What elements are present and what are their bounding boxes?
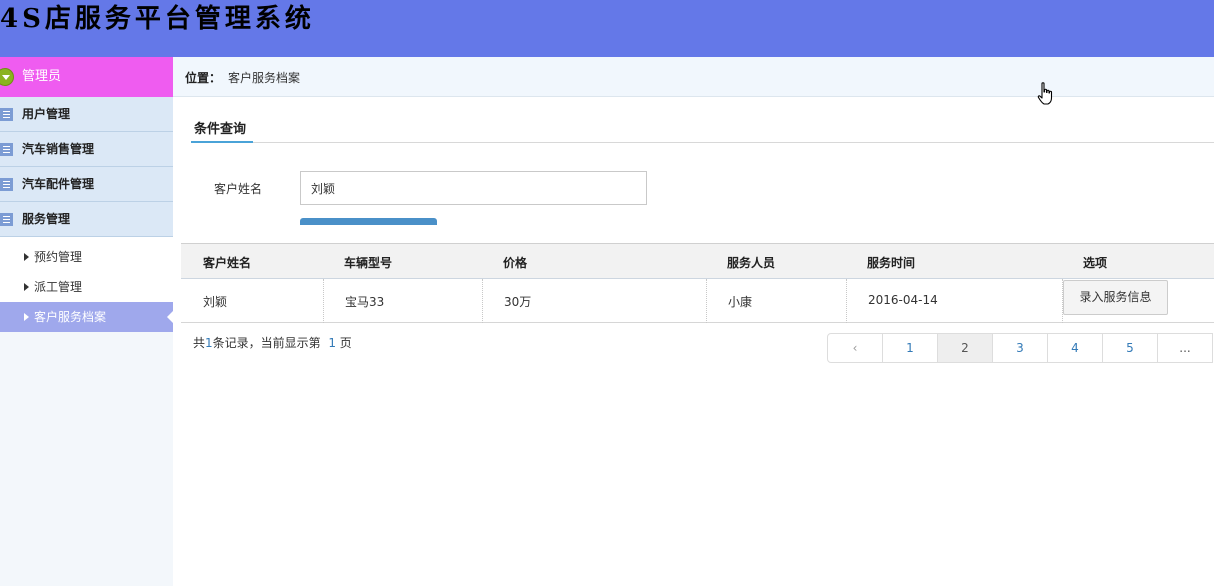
- page-button-4[interactable]: 4: [1047, 333, 1103, 363]
- query-tabs: 条件查询: [191, 108, 1214, 143]
- list-icon: [0, 213, 13, 226]
- page-button-3[interactable]: 3: [992, 333, 1048, 363]
- sidebar-item-label: 服务管理: [22, 212, 71, 226]
- page-button-5[interactable]: 5: [1102, 333, 1158, 363]
- admin-label: 管理员: [22, 69, 62, 84]
- caret-right-icon: [24, 253, 29, 261]
- column-header: 服务人员: [727, 256, 776, 270]
- summary-page: 1: [328, 336, 336, 350]
- column-header: 选项: [1083, 256, 1108, 270]
- summary-prefix: 共: [193, 336, 206, 350]
- cell-service-time: 2016-04-14: [868, 293, 938, 307]
- column-header: 服务时间: [867, 256, 916, 270]
- customer-name-input[interactable]: [300, 171, 647, 205]
- sidebar-item-label: 汽车销售管理: [22, 142, 95, 156]
- column-header: 客户姓名: [203, 256, 252, 270]
- breadcrumb-label: 位置：: [185, 71, 222, 85]
- records-table: 客户姓名 车辆型号 价格 服务人员 服务时间 选项 刘颖 宝马33 30万 小康…: [181, 243, 1214, 323]
- table-header: 客户姓名 车辆型号 价格 服务人员 服务时间 选项: [181, 244, 1214, 279]
- prev-page-button[interactable]: ‹: [827, 333, 883, 363]
- breadcrumb-current: 客户服务档案: [228, 71, 301, 85]
- tab-label: 条件查询: [194, 122, 247, 137]
- record-summary: 共1条记录，当前显示第 1 页: [193, 334, 352, 351]
- app-title: 4S店服务平台管理系统: [0, 4, 315, 34]
- caret-right-icon: [24, 283, 29, 291]
- page-ellipsis[interactable]: ...: [1157, 333, 1213, 363]
- submenu-item-customer-records[interactable]: 客户服务档案: [0, 302, 173, 332]
- tab-condition-query[interactable]: 条件查询: [191, 116, 253, 143]
- sidebar: 管理员 用户管理 汽车销售管理 汽车配件管理 服务管理 预约管理 派工管理 客户…: [0, 57, 173, 586]
- chevron-down-icon[interactable]: [0, 68, 14, 86]
- submenu-item-label: 客户服务档案: [34, 310, 107, 324]
- sidebar-item-car-sales[interactable]: 汽车销售管理: [0, 132, 173, 167]
- sidebar-item-car-parts[interactable]: 汽车配件管理: [0, 167, 173, 202]
- sidebar-item-label: 汽车配件管理: [22, 177, 95, 191]
- service-submenu: 预约管理 派工管理 客户服务档案: [0, 237, 173, 332]
- summary-mid: 条记录，当前显示第: [212, 336, 321, 350]
- column-header: 车辆型号: [344, 256, 393, 270]
- list-icon: [0, 108, 13, 121]
- hand-cursor-icon: [1037, 82, 1053, 105]
- submenu-item-appointments[interactable]: 预约管理: [0, 242, 173, 272]
- summary-suffix: 页: [339, 336, 352, 350]
- cell-staff: 小康: [728, 295, 753, 309]
- summary-total: 1: [205, 336, 213, 350]
- submenu-item-label: 预约管理: [34, 250, 83, 264]
- submenu-item-dispatch[interactable]: 派工管理: [0, 272, 173, 302]
- sidebar-item-users[interactable]: 用户管理: [0, 97, 173, 132]
- cell-price: 30万: [504, 295, 532, 309]
- pagination: ‹ 1 2 3 4 5 ...: [827, 333, 1213, 363]
- breadcrumb: 位置： 客户服务档案: [173, 57, 1214, 97]
- sidebar-item-label: 用户管理: [22, 107, 71, 121]
- app-header: 4S店服务平台管理系统: [0, 0, 1214, 57]
- page-button-1[interactable]: 1: [882, 333, 938, 363]
- list-icon: [0, 143, 13, 156]
- caret-right-icon: [24, 313, 29, 321]
- customer-name-label: 客户姓名: [214, 182, 263, 196]
- sidebar-item-service[interactable]: 服务管理: [0, 202, 173, 237]
- page-button-2[interactable]: 2: [937, 333, 993, 363]
- search-button[interactable]: [300, 218, 437, 225]
- submenu-item-label: 派工管理: [34, 280, 83, 294]
- cell-customer-name: 刘颖: [203, 295, 228, 309]
- column-header: 价格: [503, 256, 528, 270]
- table-row: 刘颖 宝马33 30万 小康 2016-04-14 录入服务信息: [181, 279, 1214, 323]
- admin-bar[interactable]: 管理员: [0, 57, 173, 97]
- cell-car-model: 宝马33: [345, 295, 385, 309]
- list-icon: [0, 178, 13, 191]
- enter-service-info-button[interactable]: 录入服务信息: [1063, 280, 1168, 315]
